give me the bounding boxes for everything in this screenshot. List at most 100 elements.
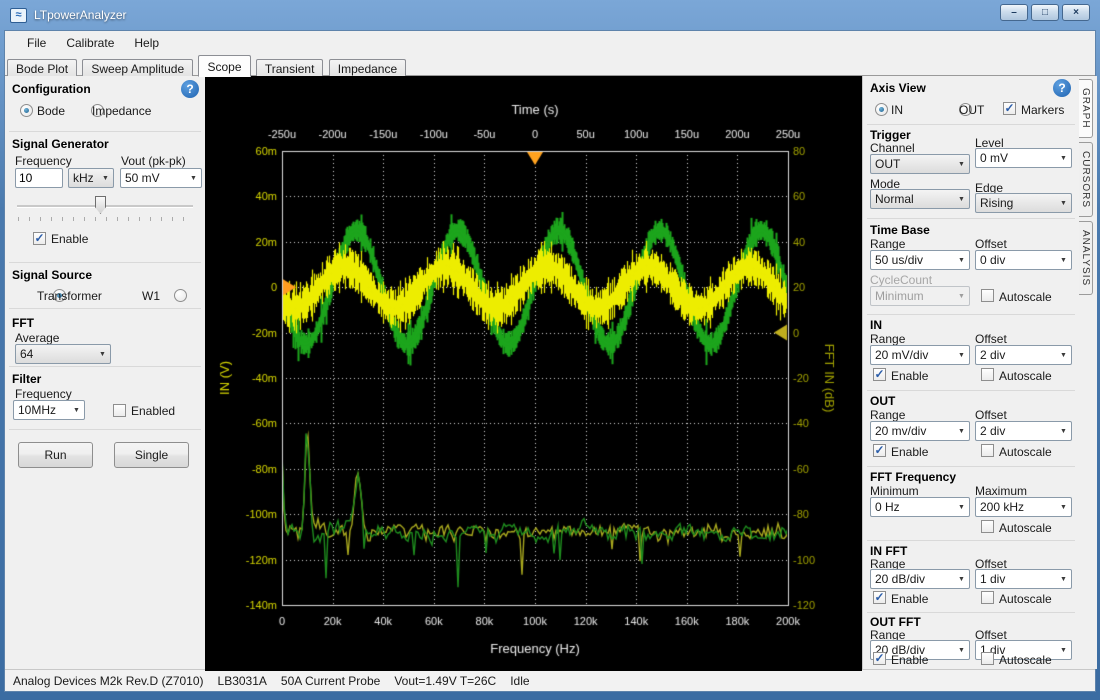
- check-icon: ✓: [34, 233, 45, 244]
- chevron-down-icon: ▼: [954, 428, 969, 435]
- menu-calibrate[interactable]: Calibrate: [56, 33, 124, 53]
- in-range-label: Range: [870, 332, 905, 346]
- out-enable-label: Enable: [891, 445, 928, 459]
- check-icon: ✓: [874, 369, 885, 380]
- time-base-offset-select[interactable]: 0 div▼: [975, 250, 1072, 270]
- title-bar[interactable]: ≈ LTpowerAnalyzer – □ ×: [0, 0, 1100, 30]
- in-offset-label: Offset: [975, 332, 1007, 346]
- fft-frequency-autoscale-checkbox[interactable]: ✓: [981, 520, 994, 533]
- in-fft-offset-select[interactable]: 1 div▼: [975, 569, 1072, 589]
- right-control-panel: Axis View ? IN OUT ✓ Markers Trigger Cha…: [862, 76, 1079, 669]
- in-range-select[interactable]: 20 mV/div▼: [870, 345, 970, 365]
- out-fft-autoscale-checkbox[interactable]: ✓: [981, 652, 994, 665]
- out-enable-checkbox[interactable]: ✓: [873, 444, 886, 457]
- help-icon[interactable]: ?: [1053, 79, 1071, 97]
- transformer-radio-label: Transformer: [37, 289, 102, 303]
- in-enable-checkbox[interactable]: ✓: [873, 368, 886, 381]
- time-base-range-label: Range: [870, 237, 905, 251]
- w1-radio-label: W1: [142, 289, 160, 303]
- chevron-down-icon: ▼: [98, 175, 113, 182]
- chevron-down-icon: ▼: [954, 257, 969, 264]
- chevron-down-icon: ▼: [954, 647, 969, 654]
- chevron-down-icon: ▼: [954, 576, 969, 583]
- fft-maximum-select[interactable]: 200 kHz▼: [975, 497, 1072, 517]
- fft-average-select[interactable]: 64 ▼: [15, 344, 111, 364]
- chevron-down-icon: ▼: [954, 196, 969, 203]
- run-button[interactable]: Run: [18, 442, 93, 468]
- in-offset-select[interactable]: 2 div▼: [975, 345, 1072, 365]
- tab-scope[interactable]: Scope: [198, 55, 250, 77]
- in-fft-title: IN FFT: [870, 544, 907, 558]
- trigger-channel-select[interactable]: OUT▼: [870, 154, 970, 174]
- check-icon: ✓: [1004, 103, 1015, 114]
- single-button[interactable]: Single: [114, 442, 189, 468]
- filter-enabled-label: Enabled: [131, 404, 175, 418]
- chevron-down-icon: ▼: [186, 175, 201, 182]
- side-tab-cursors[interactable]: CURSORS: [1079, 142, 1093, 217]
- in-fft-autoscale-checkbox[interactable]: ✓: [981, 591, 994, 604]
- bode-radio[interactable]: [20, 104, 33, 117]
- out-title: OUT: [870, 394, 895, 408]
- chevron-down-icon: ▼: [1056, 257, 1071, 264]
- axis-in-radio[interactable]: [875, 103, 888, 116]
- cyclecount-select: Minimum▼: [870, 286, 970, 306]
- time-base-offset-label: Offset: [975, 237, 1007, 251]
- side-tab-strip: GRAPH CURSORS ANALYSIS: [1079, 76, 1097, 669]
- filter-frequency-label: Frequency: [15, 387, 72, 401]
- chevron-down-icon: ▼: [954, 161, 969, 168]
- menu-file[interactable]: File: [17, 33, 56, 53]
- chevron-down-icon: ▼: [1056, 504, 1071, 511]
- slider-ticks: [18, 217, 194, 221]
- frequency-input[interactable]: [15, 168, 63, 188]
- minimize-button[interactable]: –: [1000, 4, 1028, 21]
- help-icon[interactable]: ?: [181, 80, 199, 98]
- chevron-down-icon: ▼: [95, 351, 110, 358]
- filter-enabled-checkbox[interactable]: ✓: [113, 404, 126, 417]
- in-fft-autoscale-label: Autoscale: [999, 592, 1052, 606]
- out-range-select[interactable]: 20 mv/div▼: [870, 421, 970, 441]
- in-fft-range-select[interactable]: 20 dB/div▼: [870, 569, 970, 589]
- maximize-button[interactable]: □: [1031, 4, 1059, 21]
- trigger-mode-select[interactable]: Normal▼: [870, 189, 970, 209]
- in-autoscale-checkbox[interactable]: ✓: [981, 368, 994, 381]
- fft-minimum-select[interactable]: 0 Hz▼: [870, 497, 970, 517]
- vout-select[interactable]: 50 mV ▼: [120, 168, 202, 188]
- in-fft-enable-checkbox[interactable]: ✓: [873, 591, 886, 604]
- impedance-radio-label: Impedance: [92, 104, 151, 118]
- out-autoscale-checkbox[interactable]: ✓: [981, 444, 994, 457]
- generator-enable-label: Enable: [51, 232, 88, 246]
- side-tab-analysis[interactable]: ANALYSIS: [1079, 221, 1093, 295]
- fft-maximum-label: Maximum: [975, 484, 1027, 498]
- generator-enable-checkbox[interactable]: ✓: [33, 232, 46, 245]
- close-button[interactable]: ×: [1062, 4, 1090, 21]
- time-base-autoscale-checkbox[interactable]: ✓: [981, 289, 994, 302]
- window-title: LTpowerAnalyzer: [34, 8, 126, 22]
- time-base-range-select[interactable]: 50 us/div▼: [870, 250, 970, 270]
- out-fft-enable-label: Enable: [891, 653, 928, 667]
- chevron-down-icon: ▼: [1056, 647, 1071, 654]
- vout-label: Vout (pk-pk): [121, 154, 186, 168]
- check-icon: ✓: [874, 445, 885, 456]
- out-offset-label: Offset: [975, 408, 1007, 422]
- frequency-unit-select[interactable]: kHz ▼: [68, 168, 114, 188]
- w1-radio[interactable]: [174, 289, 187, 302]
- in-title: IN: [870, 318, 882, 332]
- markers-checkbox[interactable]: ✓: [1003, 102, 1016, 115]
- out-fft-enable-checkbox[interactable]: ✓: [873, 652, 886, 665]
- in-enable-label: Enable: [891, 369, 928, 383]
- check-icon: ✓: [874, 592, 885, 603]
- side-tab-graph[interactable]: GRAPH: [1079, 79, 1093, 138]
- trigger-level-select[interactable]: 0 mV▼: [975, 148, 1072, 168]
- check-icon: ✓: [874, 653, 885, 664]
- chevron-down-icon: ▼: [1056, 352, 1071, 359]
- filter-frequency-select[interactable]: 10MHz ▼: [13, 400, 85, 420]
- scope-plot-canvas[interactable]: [205, 76, 862, 671]
- menu-help[interactable]: Help: [124, 33, 169, 53]
- axis-in-label: IN: [891, 103, 903, 117]
- frequency-slider-thumb[interactable]: [95, 196, 106, 214]
- status-probe: 50A Current Probe: [281, 674, 380, 688]
- trigger-edge-select[interactable]: Rising▼: [975, 193, 1072, 213]
- app-body: File Calibrate Help Bode Plot Sweep Ampl…: [4, 30, 1096, 692]
- axis-out-label: OUT: [959, 103, 984, 117]
- out-offset-select[interactable]: 2 div▼: [975, 421, 1072, 441]
